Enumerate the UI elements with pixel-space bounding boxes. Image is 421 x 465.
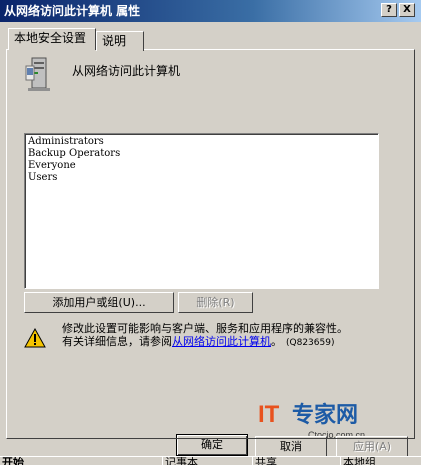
start-button[interactable]: 开始 [0, 457, 52, 465]
taskbar: 开始 记事本 共享 本地组 [0, 456, 421, 465]
tab-explain[interactable]: 说明 [96, 31, 144, 51]
apply-button[interactable]: 应用(A) [336, 436, 408, 457]
title-bar: 从网络访问此计算机 属性 ? X [0, 0, 421, 22]
help-button[interactable]: ? [381, 3, 397, 17]
cancel-button[interactable]: 取消 [255, 436, 327, 457]
tab-panel [6, 49, 415, 439]
window-title: 从网络访问此计算机 属性 [4, 4, 141, 18]
taskbar-item-local-group[interactable]: 本地组 [340, 457, 421, 465]
taskbar-item-notepad[interactable]: 记事本 [162, 457, 246, 465]
close-button[interactable]: X [399, 3, 415, 17]
taskbar-item-share[interactable]: 共享 [252, 457, 334, 465]
tab-local-security-setting[interactable]: 本地安全设置 [8, 28, 96, 50]
